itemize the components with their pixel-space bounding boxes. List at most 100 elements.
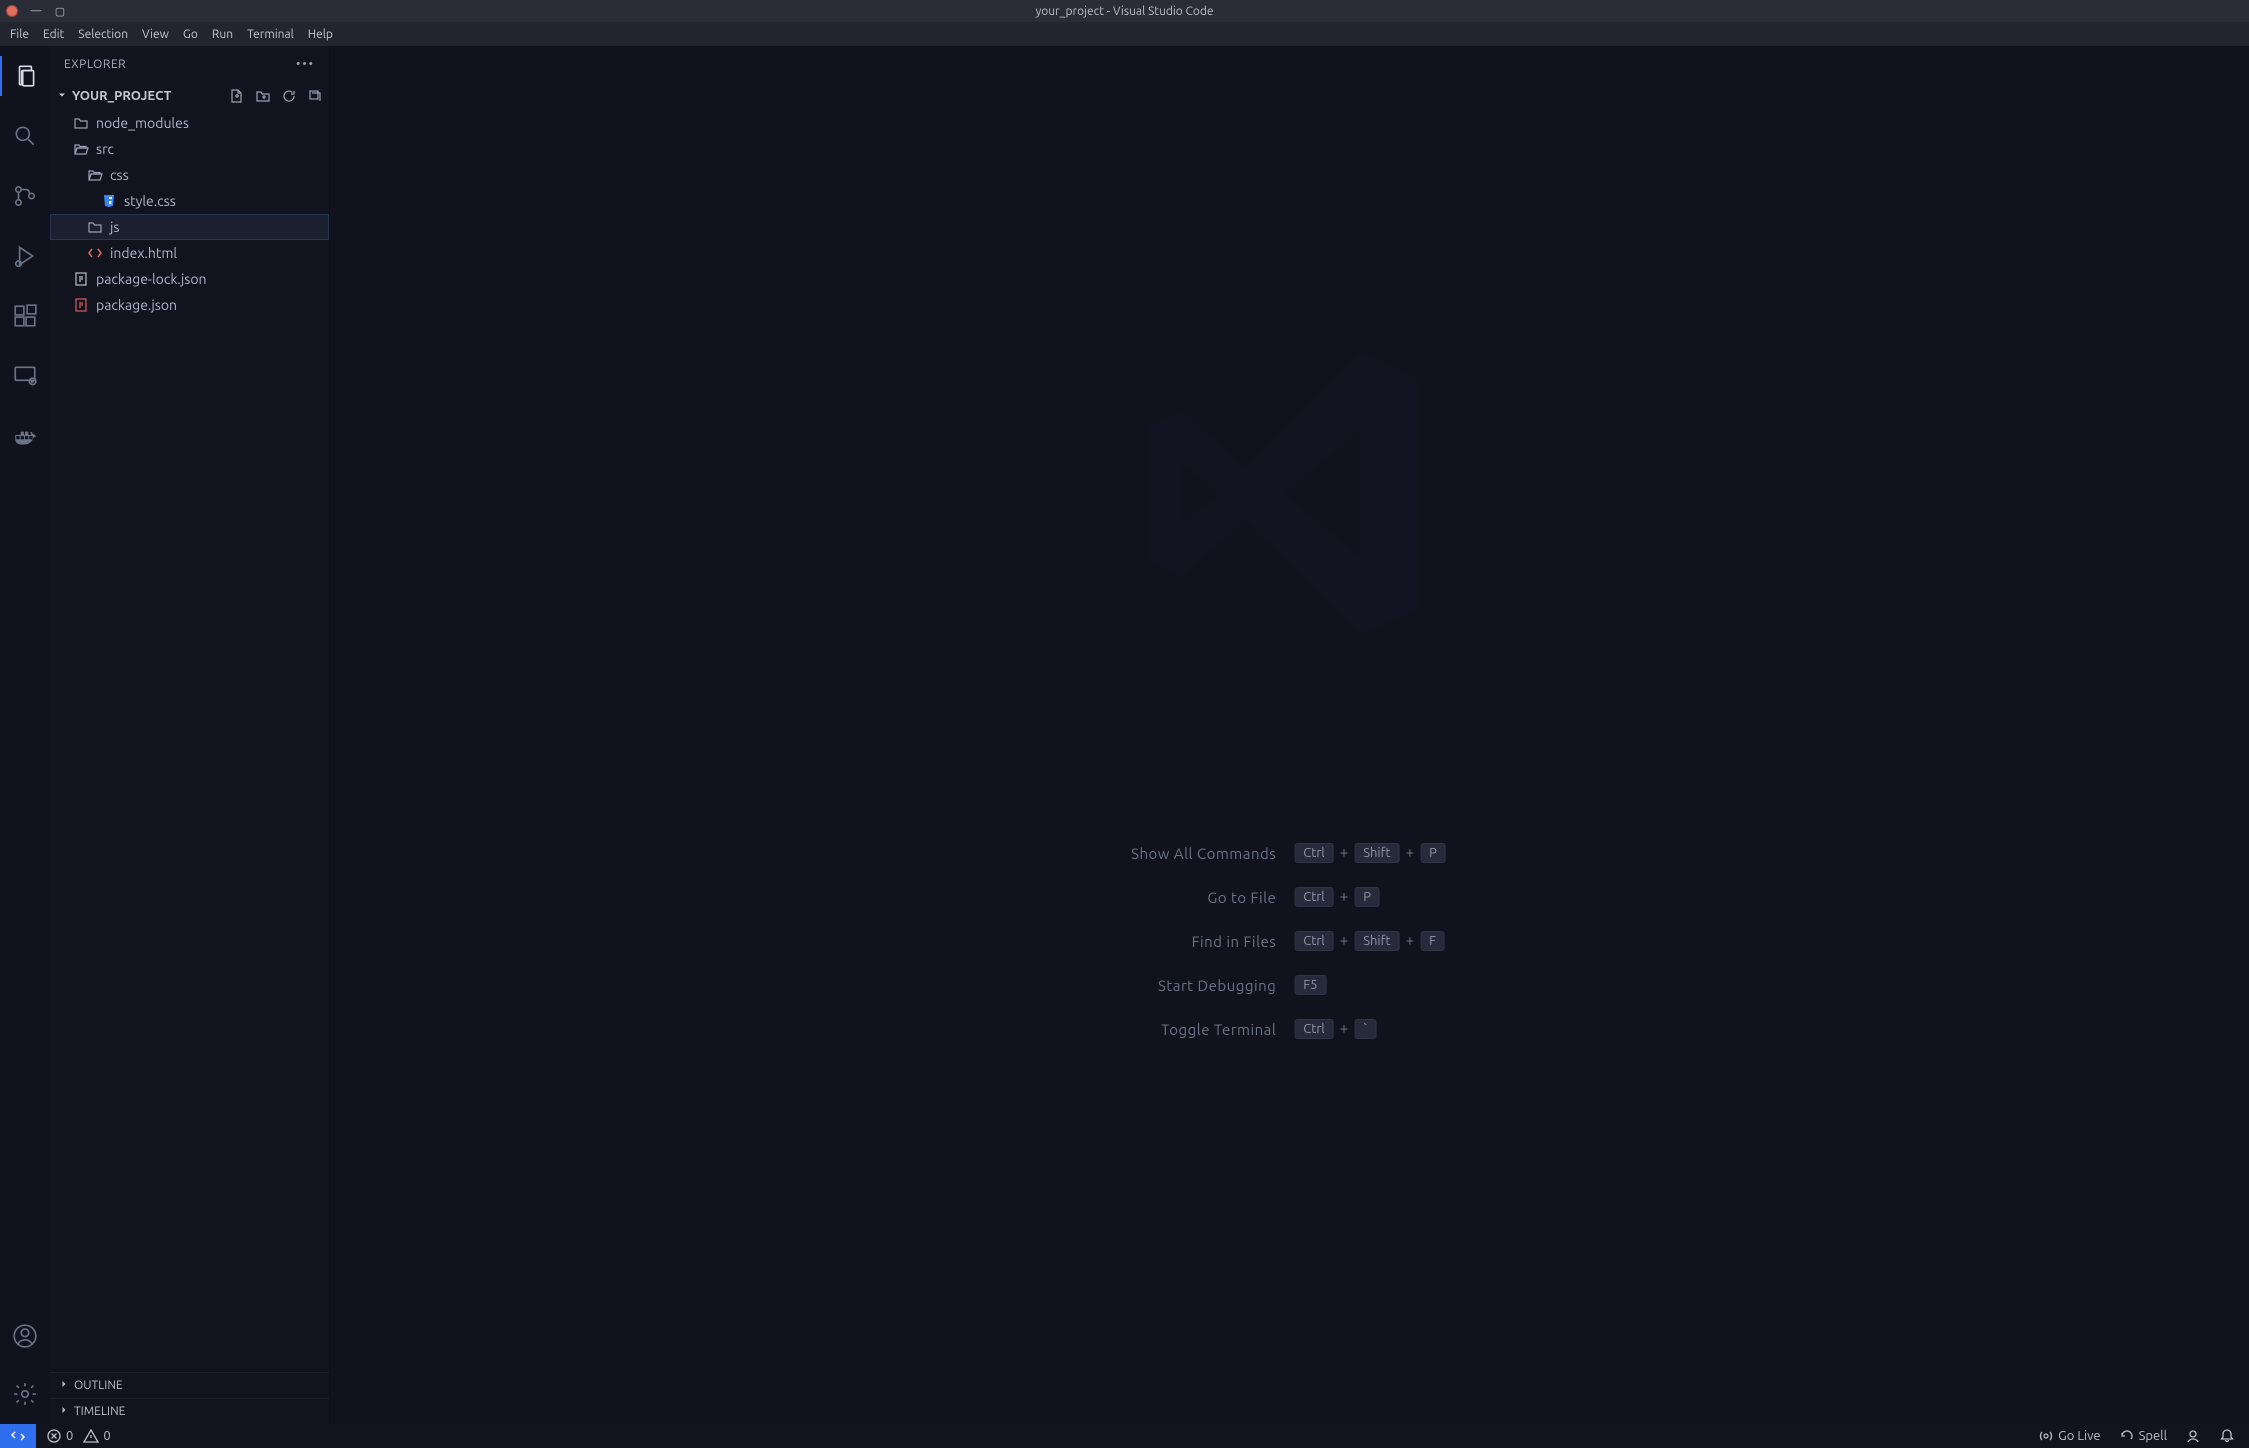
shortcut-row: Toggle TerminalCtrl+` bbox=[1131, 1007, 1448, 1051]
tree-item-style-css[interactable]: style.css bbox=[50, 188, 329, 214]
timeline-label: TIMELINE bbox=[74, 1405, 125, 1418]
shortcut-row: Find in FilesCtrl+Shift+F bbox=[1131, 919, 1448, 963]
keycap: F5 bbox=[1294, 975, 1326, 995]
tree-item-label: js bbox=[110, 219, 119, 235]
window-maximize-icon[interactable]: ▢ bbox=[54, 5, 66, 17]
error-count: 0 bbox=[66, 1429, 73, 1443]
shortcut-keys: Ctrl+Shift+F bbox=[1292, 919, 1448, 963]
status-errors[interactable]: 0 bbox=[46, 1428, 73, 1444]
shortcut-row: Show All CommandsCtrl+Shift+P bbox=[1131, 831, 1448, 875]
npm-icon bbox=[72, 297, 90, 313]
vscode-watermark-icon bbox=[1130, 334, 1450, 658]
shortcut-keys: F5 bbox=[1292, 963, 1448, 1007]
welcome-shortcuts: Show All CommandsCtrl+Shift+PGo to FileC… bbox=[1131, 831, 1448, 1051]
tree-item-label: style.css bbox=[124, 193, 176, 209]
window-close-icon[interactable] bbox=[6, 5, 18, 17]
keycap: P bbox=[1420, 843, 1446, 863]
activity-extensions[interactable] bbox=[1, 296, 49, 336]
tree-item-label: node_modules bbox=[96, 115, 189, 131]
tree-item-index-html[interactable]: index.html bbox=[50, 240, 329, 266]
shortcut-keys: Ctrl+Shift+P bbox=[1292, 831, 1448, 875]
menu-item-run[interactable]: Run bbox=[206, 26, 239, 43]
shortcut-label: Show All Commands bbox=[1131, 831, 1292, 875]
activity-docker[interactable] bbox=[1, 416, 49, 456]
menu-item-terminal[interactable]: Terminal bbox=[241, 26, 300, 43]
new-folder-icon[interactable] bbox=[255, 88, 271, 104]
menu-item-file[interactable]: File bbox=[4, 26, 35, 43]
warning-count: 0 bbox=[103, 1429, 110, 1443]
shortcut-label: Find in Files bbox=[1131, 919, 1292, 963]
css-icon bbox=[100, 193, 118, 209]
menu-item-view[interactable]: View bbox=[136, 26, 175, 43]
shortcut-keys: Ctrl+` bbox=[1292, 1007, 1448, 1051]
shortcut-label: Toggle Terminal bbox=[1131, 1007, 1292, 1051]
explorer-title: EXPLORER bbox=[64, 58, 126, 71]
status-go-live[interactable]: Go Live bbox=[2038, 1428, 2100, 1444]
menu-item-selection[interactable]: Selection bbox=[72, 26, 134, 43]
keycap: ` bbox=[1354, 1019, 1377, 1039]
tree-item-node-modules[interactable]: node_modules bbox=[50, 110, 329, 136]
chevron-right-icon bbox=[58, 1378, 70, 1393]
folder-icon bbox=[72, 115, 90, 131]
keycap: Shift bbox=[1354, 931, 1399, 951]
shortcut-keys: Ctrl+P bbox=[1292, 875, 1448, 919]
status-feedback[interactable] bbox=[2185, 1428, 2201, 1444]
shortcut-row: Start DebuggingF5 bbox=[1131, 963, 1448, 1007]
folder-icon bbox=[86, 219, 104, 235]
tree-item-label: package.json bbox=[96, 297, 177, 313]
side-bar-explorer: EXPLORER ••• YOUR_PROJECT node_modulessr… bbox=[50, 46, 330, 1424]
keycap: P bbox=[1354, 887, 1380, 907]
chevron-down-icon bbox=[56, 89, 68, 104]
activity-source-control[interactable] bbox=[1, 176, 49, 216]
status-bar: 0 0 Go Live Spell bbox=[0, 1424, 2249, 1448]
collapse-all-icon[interactable] bbox=[307, 88, 323, 104]
menu-item-help[interactable]: Help bbox=[302, 26, 339, 43]
new-file-icon[interactable] bbox=[229, 88, 245, 104]
keycap: Ctrl bbox=[1294, 931, 1333, 951]
menu-item-edit[interactable]: Edit bbox=[37, 26, 70, 43]
keycap: Ctrl bbox=[1294, 887, 1333, 907]
menu-item-go[interactable]: Go bbox=[177, 26, 204, 43]
outline-section[interactable]: OUTLINE bbox=[50, 1372, 329, 1398]
shortcut-row: Go to FileCtrl+P bbox=[1131, 875, 1448, 919]
timeline-section[interactable]: TIMELINE bbox=[50, 1398, 329, 1424]
folder-open-icon bbox=[86, 167, 104, 183]
tree-item-label: package-lock.json bbox=[96, 271, 207, 287]
activity-manage[interactable] bbox=[1, 1374, 49, 1414]
outline-label: OUTLINE bbox=[74, 1379, 123, 1392]
chevron-right-icon bbox=[58, 1404, 70, 1419]
json-icon bbox=[72, 271, 90, 287]
go-live-label: Go Live bbox=[2058, 1429, 2100, 1443]
activity-search[interactable] bbox=[1, 116, 49, 156]
tree-item-label: index.html bbox=[110, 245, 177, 261]
activity-bar bbox=[0, 46, 50, 1424]
activity-accounts[interactable] bbox=[1, 1316, 49, 1356]
activity-explorer[interactable] bbox=[0, 56, 48, 96]
window-minimize-icon[interactable]: — bbox=[30, 5, 42, 17]
status-warnings[interactable]: 0 bbox=[83, 1428, 110, 1444]
remote-button[interactable] bbox=[0, 1424, 36, 1448]
tree-item-package-json[interactable]: package.json bbox=[50, 292, 329, 318]
spell-label: Spell bbox=[2139, 1429, 2167, 1443]
tree-item-js[interactable]: js bbox=[50, 214, 329, 240]
keycap: Shift bbox=[1354, 843, 1399, 863]
tree-item-label: css bbox=[110, 167, 129, 183]
activity-run-debug[interactable] bbox=[1, 236, 49, 276]
file-tree: node_modulessrc css style.css js index.html p… bbox=[50, 110, 329, 1372]
status-spell[interactable]: Spell bbox=[2119, 1428, 2167, 1444]
tree-item-src[interactable]: src bbox=[50, 136, 329, 162]
keycap: Ctrl bbox=[1294, 843, 1333, 863]
explorer-more-icon[interactable]: ••• bbox=[296, 58, 315, 71]
status-bell[interactable] bbox=[2219, 1428, 2235, 1444]
html-icon bbox=[86, 245, 104, 261]
folder-open-icon bbox=[72, 141, 90, 157]
activity-remote-explorer[interactable] bbox=[1, 356, 49, 396]
folder-header[interactable]: YOUR_PROJECT bbox=[50, 82, 329, 110]
tree-item-css[interactable]: css bbox=[50, 162, 329, 188]
tree-item-package-lock-json[interactable]: package-lock.json bbox=[50, 266, 329, 292]
keycap: F bbox=[1420, 931, 1445, 951]
keycap: Ctrl bbox=[1294, 1019, 1333, 1039]
window-title: your_project - Visual Studio Code bbox=[1035, 5, 1213, 18]
refresh-icon[interactable] bbox=[281, 88, 297, 104]
menu-bar: FileEditSelectionViewGoRunTerminalHelp bbox=[0, 22, 2249, 46]
